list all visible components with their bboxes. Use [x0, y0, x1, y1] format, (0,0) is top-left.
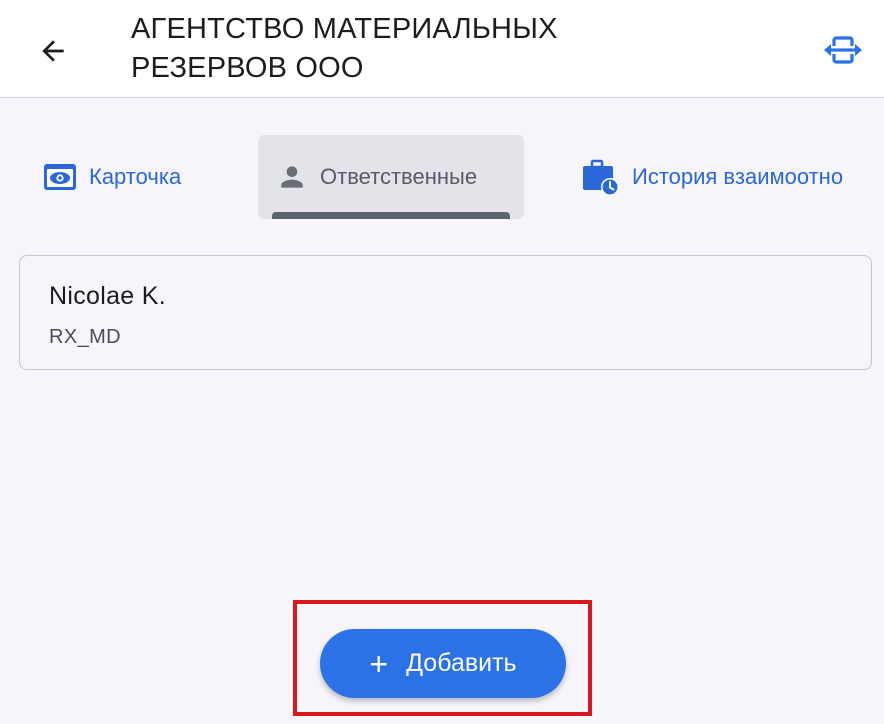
- responsible-card[interactable]: Nicolae K. RX_MD: [19, 255, 872, 370]
- tab-history-label: История взаимоотно: [632, 164, 844, 189]
- add-button[interactable]: + Добавить: [320, 629, 566, 698]
- briefcase-clock-icon: [580, 157, 620, 197]
- tab-responsibles-label: Ответственные: [320, 164, 478, 189]
- tab-card-label: Карточка: [89, 164, 182, 189]
- eye-icon: [43, 162, 77, 192]
- expand-button[interactable]: [819, 30, 867, 70]
- app-window: АГЕНТСТВО МАТЕРИАЛЬНЫХ РЕЗЕРВОВ ООО Карто…: [0, 0, 884, 724]
- add-button-label: Добавить: [406, 649, 517, 677]
- top-app-bar: АГЕНТСТВО МАТЕРИАЛЬНЫХ РЕЗЕРВОВ ООО: [0, 0, 884, 98]
- responsible-name: Nicolae K.: [49, 282, 166, 310]
- tab-responsibles[interactable]: Ответственные: [258, 135, 524, 219]
- person-icon: [276, 161, 308, 193]
- responsible-code: RX_MD: [49, 326, 122, 348]
- back-button[interactable]: [30, 28, 76, 74]
- tab-history[interactable]: История взаимоотно: [580, 135, 843, 219]
- active-tab-indicator: [272, 212, 510, 219]
- plus-icon: +: [369, 645, 389, 682]
- page-title: АГЕНТСТВО МАТЕРИАЛЬНЫХ РЕЗЕРВОВ ООО: [131, 13, 558, 84]
- arrow-left-icon: [42, 40, 64, 62]
- tab-card[interactable]: Карточка: [40, 135, 181, 219]
- expand-horizontal-icon: [824, 36, 862, 64]
